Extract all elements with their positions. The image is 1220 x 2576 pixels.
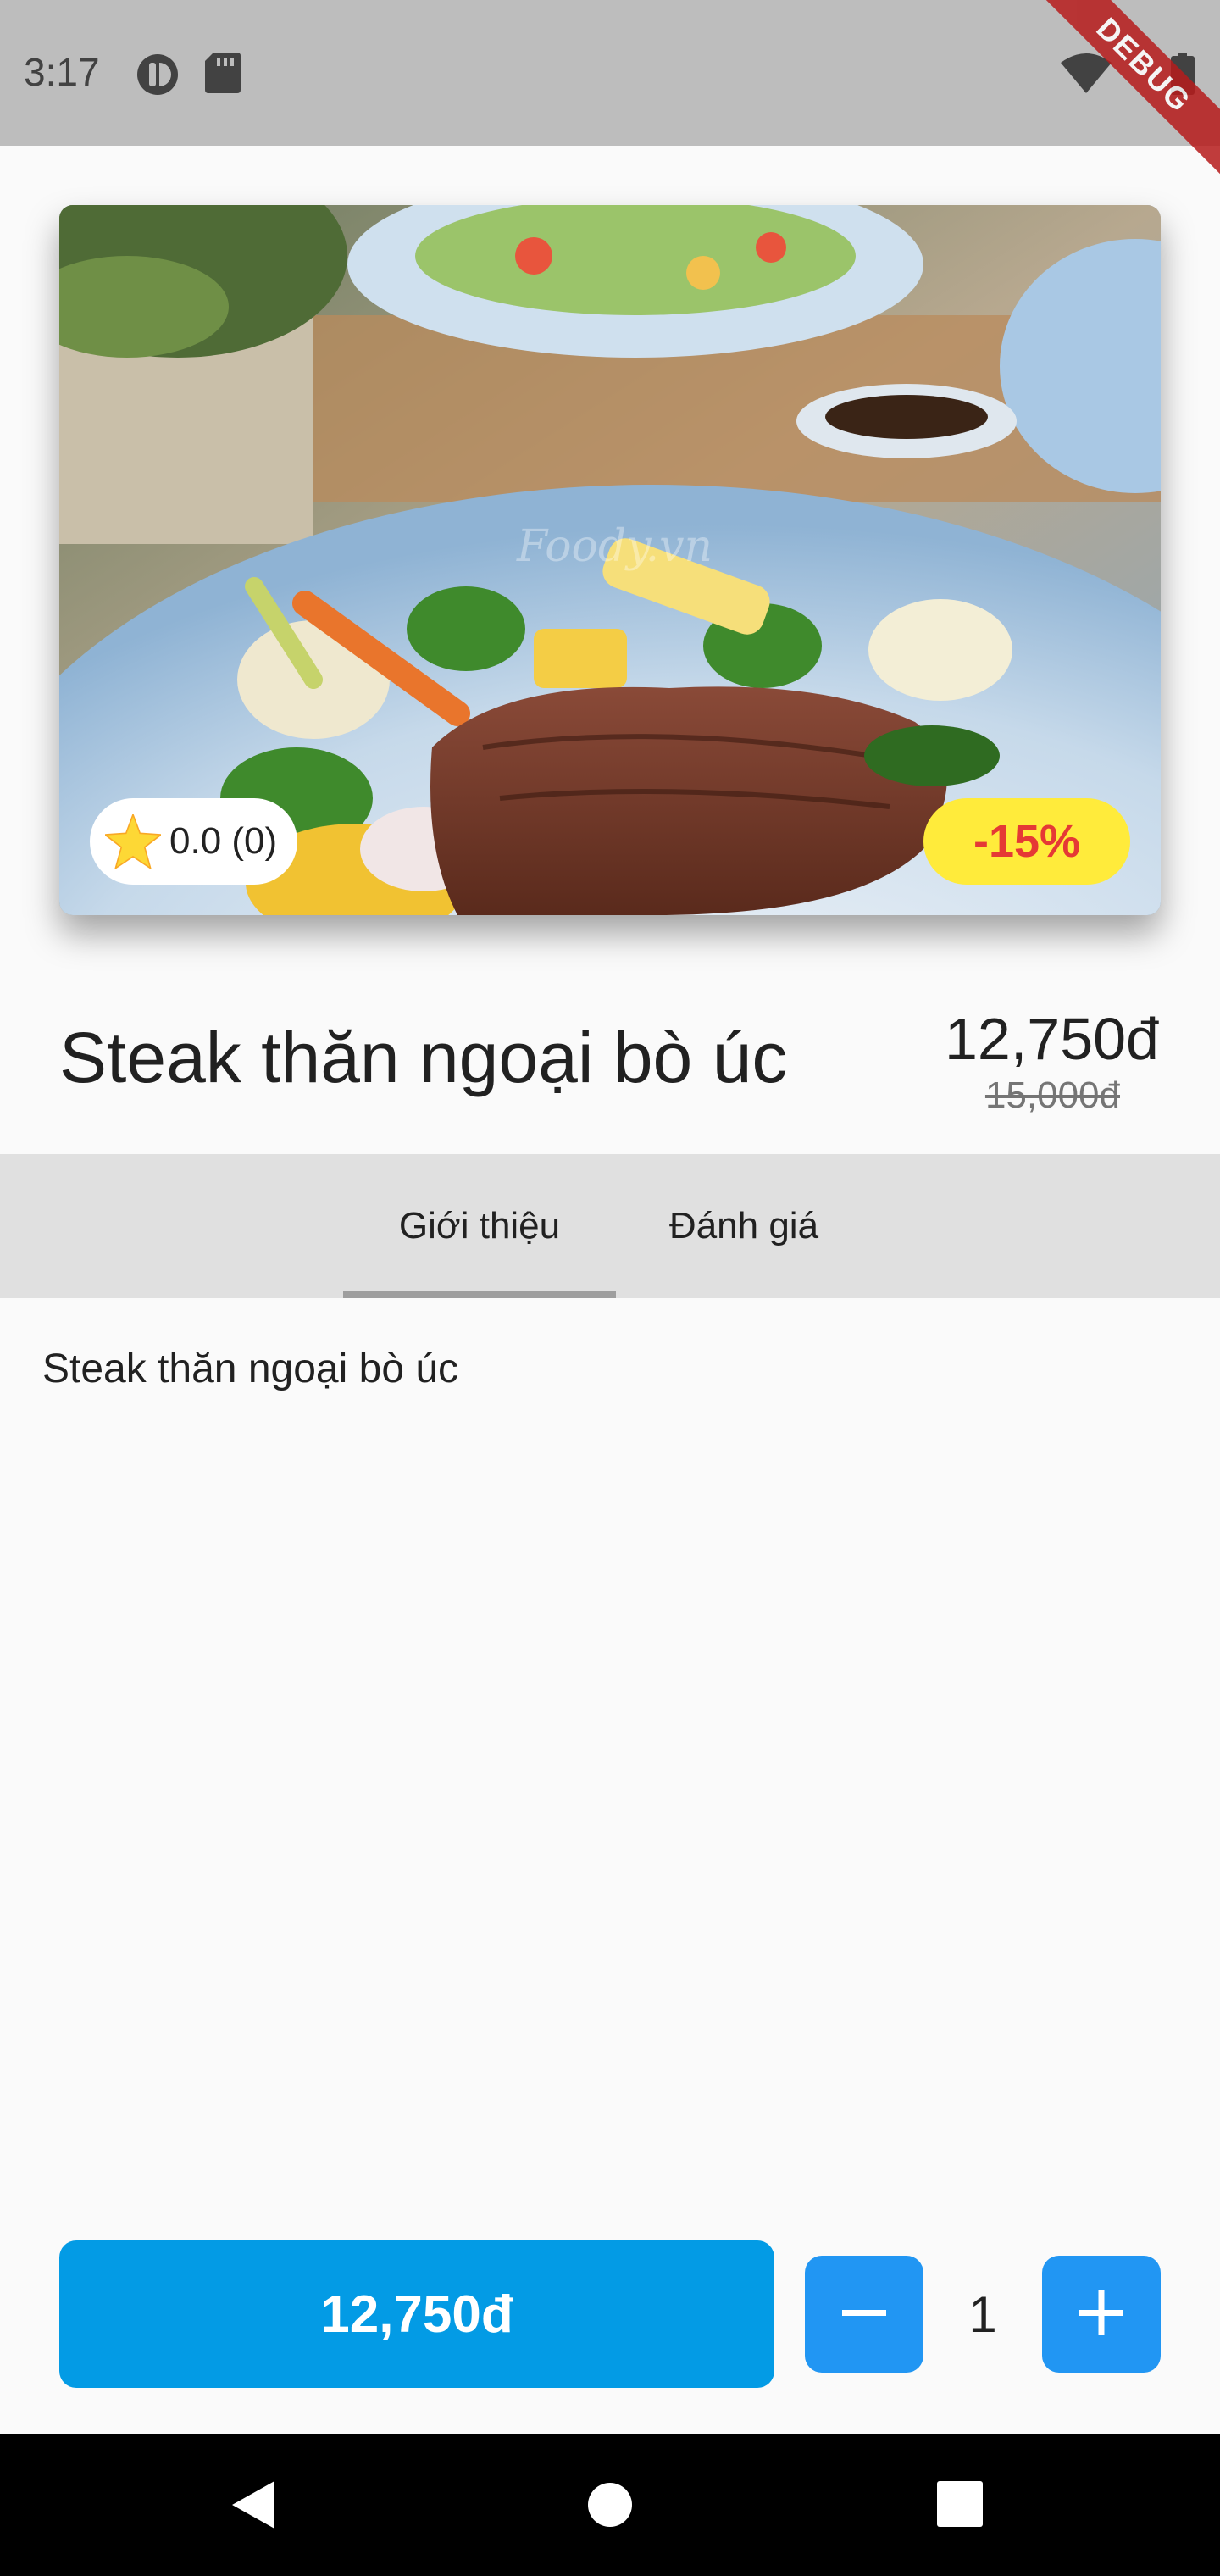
system-navigation-bar [0, 2434, 1220, 2576]
recents-icon[interactable] [937, 2481, 983, 2531]
minus-icon [840, 2289, 888, 2340]
tab-intro[interactable]: Giới thiệu [343, 1154, 616, 1298]
image-watermark: Foody.vn [516, 521, 713, 572]
intro-text: Steak thăn ngoại bò úc [42, 1346, 459, 1391]
rating-text: 0.0 (0) [169, 820, 278, 862]
add-to-cart-button[interactable]: 12,750đ [59, 2240, 774, 2388]
discount-badge: -15% [923, 798, 1130, 885]
product-title: Steak thăn ngoại bò úc [59, 1018, 788, 1097]
increase-quantity-button[interactable] [1042, 2256, 1161, 2373]
rating-badge: 0.0 (0) [90, 798, 298, 885]
tab-indicator [343, 1291, 616, 1298]
plus-icon [1078, 2289, 1125, 2340]
decrease-quantity-button[interactable] [805, 2256, 923, 2373]
star-icon [105, 814, 161, 869]
status-bar: 3:17 DEBUG [0, 0, 1220, 190]
product-price: 12,750đ [944, 1006, 1159, 1072]
wifi-icon [1061, 53, 1112, 97]
sd-card-icon [205, 53, 241, 97]
tab-bar: Giới thiệu Đánh giá [0, 1154, 1220, 1298]
product-image: Foody.vn 0.0 (0) -15% [59, 205, 1161, 915]
quantity-value: 1 [968, 2285, 997, 2343]
status-time: 3:17 [24, 50, 100, 94]
notification-icon [136, 53, 180, 101]
debug-banner: DEBUG [1019, 0, 1220, 190]
tab-reviews[interactable]: Đánh giá [616, 1154, 872, 1298]
home-icon[interactable] [586, 2481, 634, 2533]
back-icon[interactable] [230, 2479, 276, 2534]
product-original-price: 15,000đ [984, 1074, 1120, 1116]
